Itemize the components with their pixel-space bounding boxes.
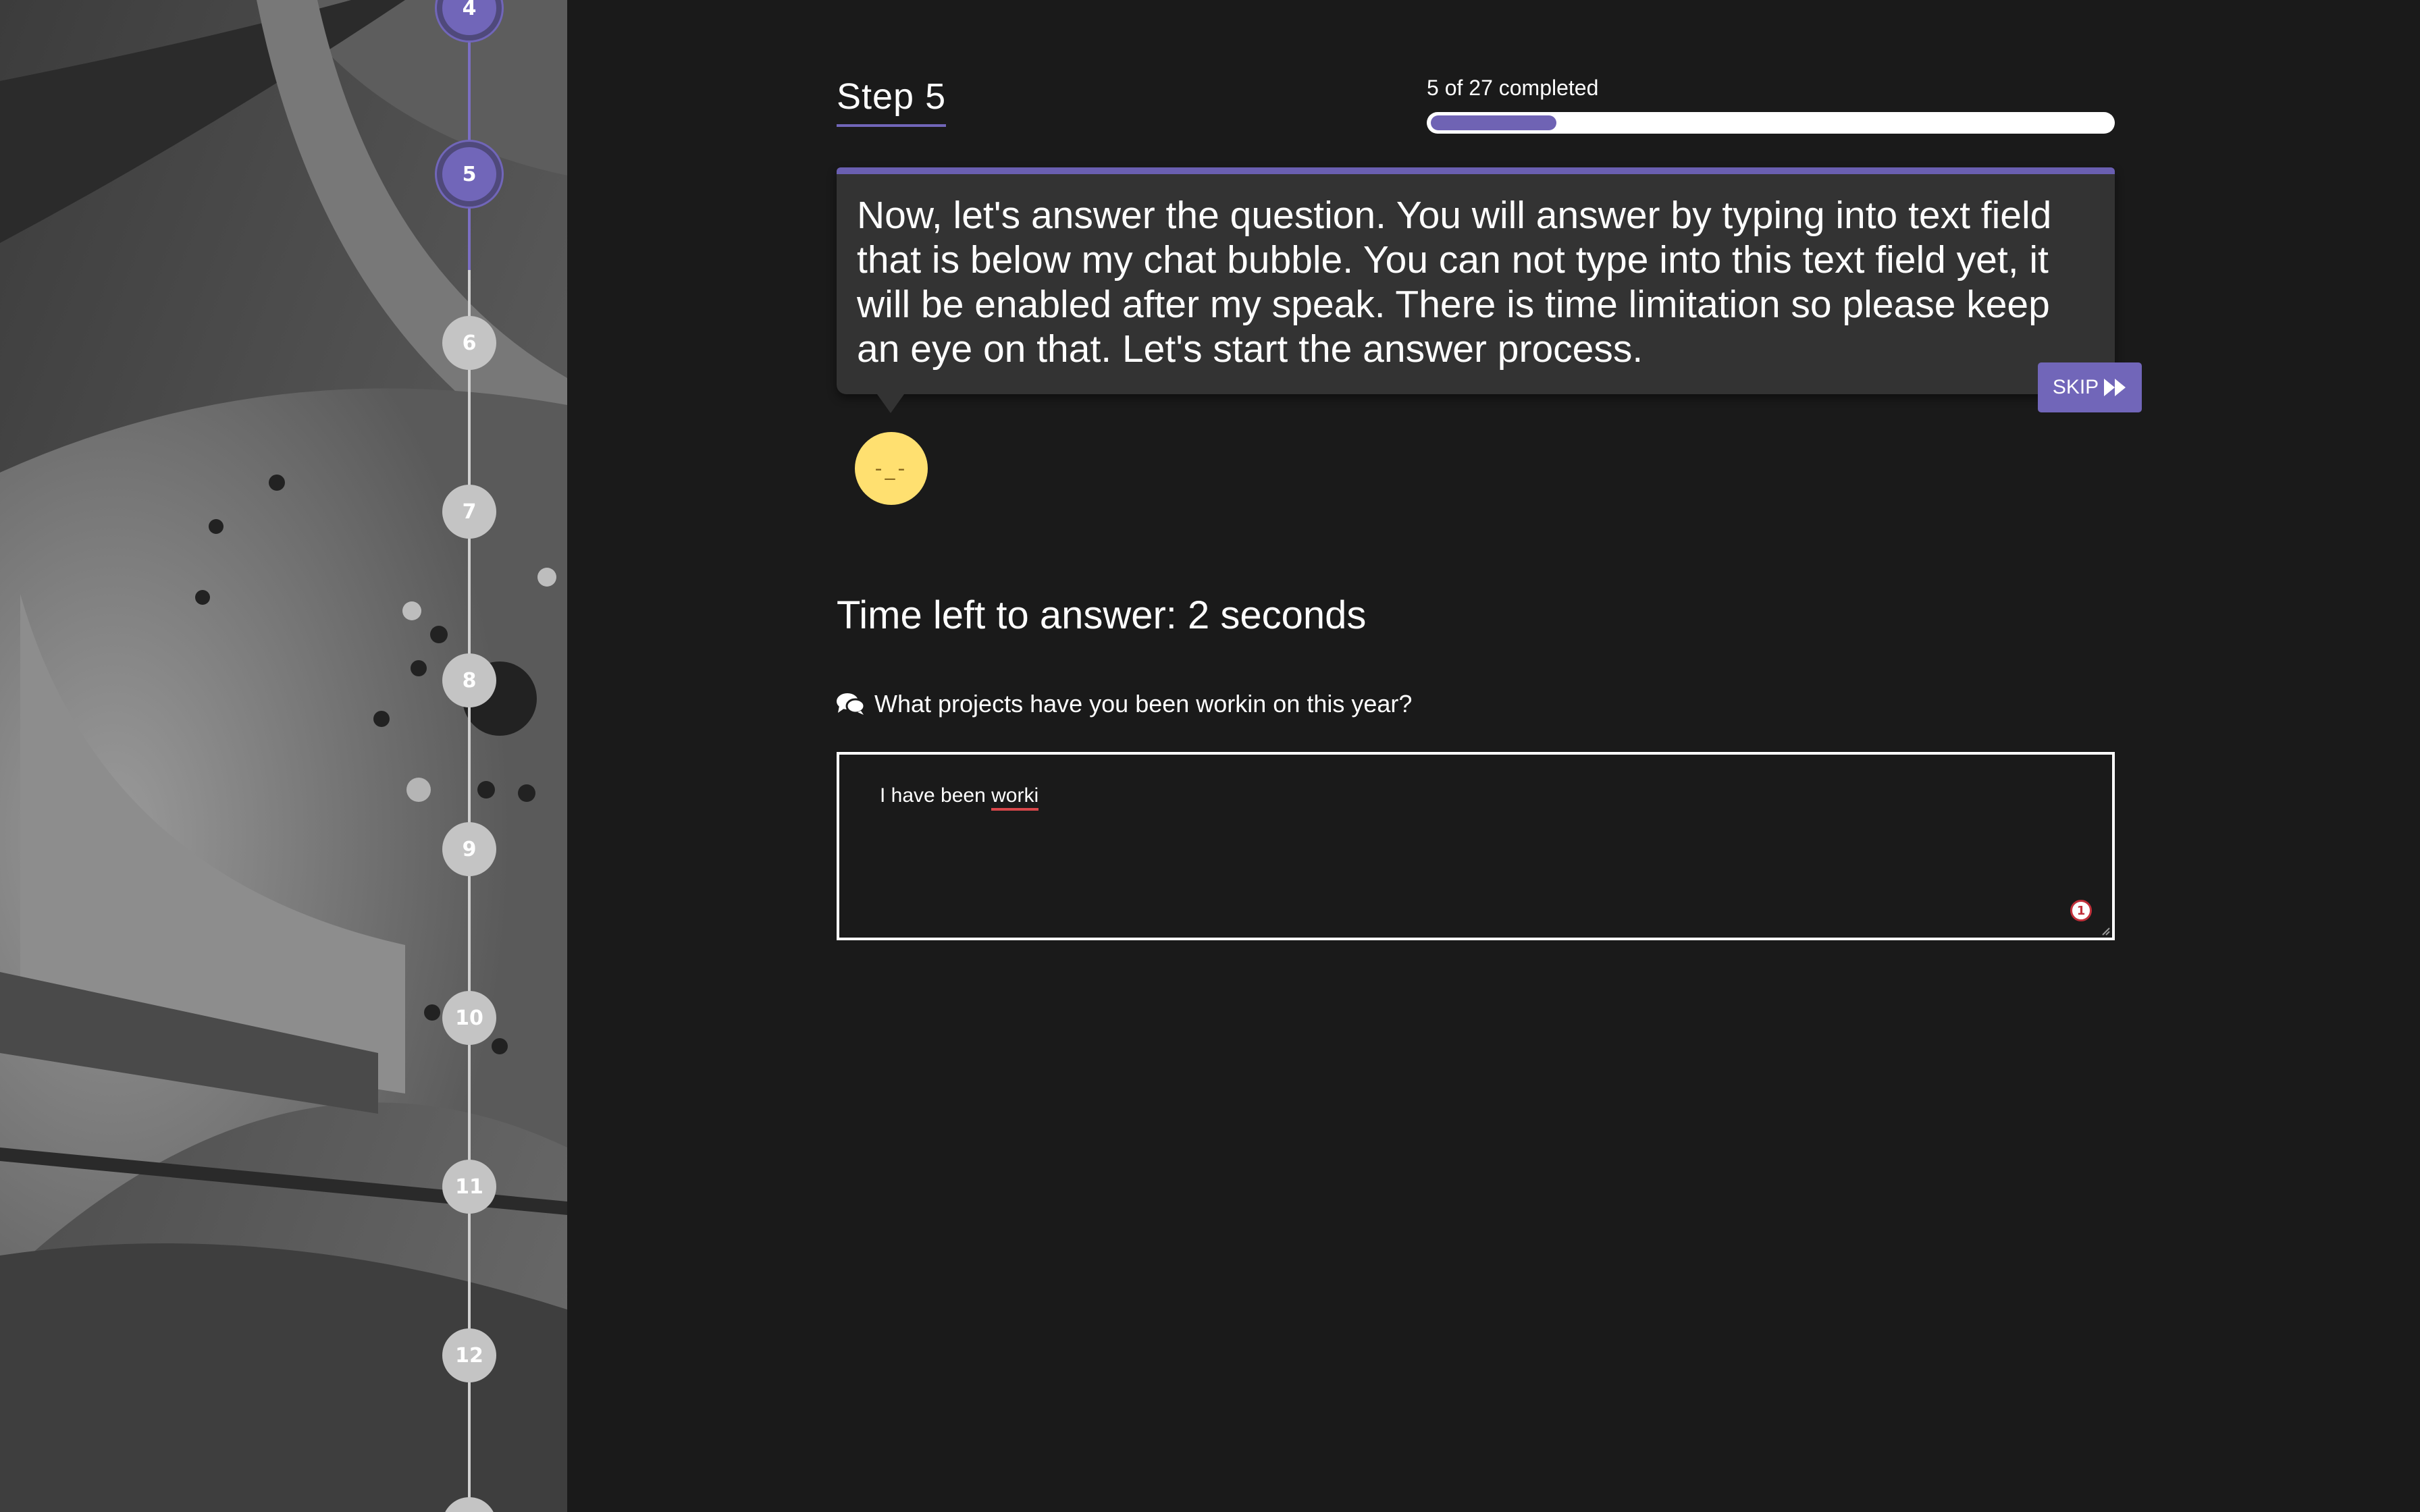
question-prompt: What projects have you been workin on th… [837,690,1412,718]
progress-label: 5 of 27 completed [1427,76,1599,100]
step-number: 4 [462,0,477,20]
step-marker-7[interactable]: 7 [442,485,496,539]
step-number: 12 [455,1343,483,1368]
fast-forward-icon [2104,379,2126,396]
step-marker-5[interactable]: 5 [442,147,496,201]
step-marker-10[interactable]: 10 [442,991,496,1045]
progress-bar [1427,112,2115,134]
step-marker-9[interactable]: 9 [442,822,496,876]
progress-bar-fill [1431,115,1557,130]
chat-bubble-tail [877,394,904,413]
misspelled-word[interactable]: worki [991,784,1039,811]
architecture-photo [0,0,567,1512]
skip-label: SKIP [2052,376,2099,398]
step-title: Step 5 [837,76,947,127]
skip-button[interactable]: SKIP [2038,362,2142,412]
background-photo-panel: 4 5 6 7 8 9 10 11 12 [0,0,567,1512]
step-number: 7 [462,500,477,524]
chat-bubble-text: Now, let's answer the question. You will… [857,194,2052,371]
spellcheck-badge[interactable]: 1 [2070,900,2092,921]
progress-track-completed [468,0,471,270]
step-marker-6[interactable]: 6 [442,316,496,370]
question-text: What projects have you been workin on th… [874,690,1413,718]
time-left-text: Time left to answer: 2 seconds [837,593,1367,637]
answer-textarea[interactable]: I have been worki 1 [837,752,2115,940]
assistant-avatar: -_- [855,432,928,505]
step-marker-8[interactable]: 8 [442,653,496,707]
chat-bubble: Now, let's answer the question. You will… [837,167,2115,394]
step-number: 8 [462,668,477,693]
step-number: 11 [455,1174,483,1199]
comments-icon [837,693,865,715]
step-number: 10 [455,1006,483,1030]
step-marker-12[interactable]: 12 [442,1328,496,1382]
step-number: 9 [462,837,477,861]
resize-grip-icon[interactable] [2100,925,2111,936]
step-number: 5 [462,162,477,186]
avatar-face: -_- [874,456,908,481]
step-number: 6 [462,331,477,355]
step-marker-11[interactable]: 11 [442,1160,496,1214]
answer-text: I have been worki [880,784,1039,811]
answer-text-prefix: I have been [880,784,992,807]
